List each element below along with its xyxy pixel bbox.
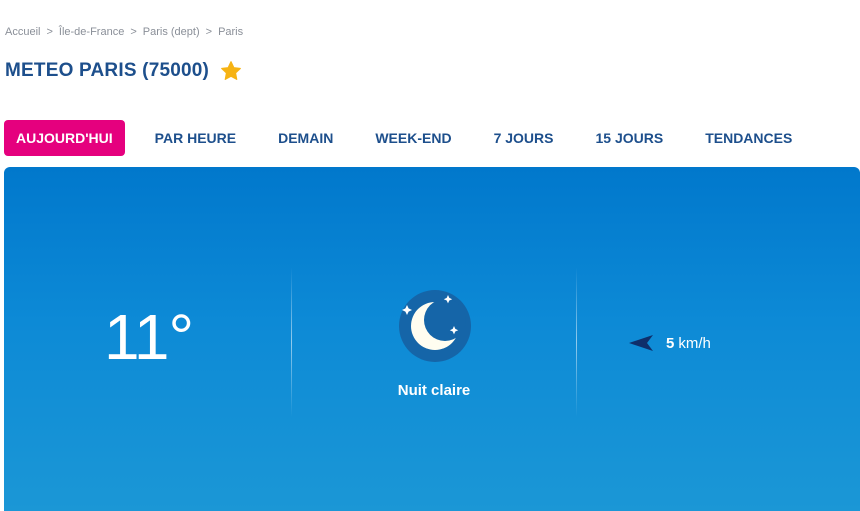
- temperature-value: 11°: [104, 301, 194, 373]
- breadcrumb-item-city[interactable]: Paris: [218, 26, 243, 38]
- tab-7-jours[interactable]: 7 JOURS: [494, 120, 554, 156]
- wind-speed-unit: km/h: [678, 334, 711, 352]
- panel-divider: [576, 267, 577, 417]
- breadcrumb-separator: >: [130, 26, 137, 38]
- breadcrumb-item-accueil[interactable]: Accueil: [5, 26, 40, 38]
- tab-par-heure[interactable]: PAR HEURE: [155, 120, 236, 156]
- wind-info: 5 km/h: [628, 334, 711, 352]
- tab-demain[interactable]: DEMAIN: [278, 120, 333, 156]
- breadcrumb-separator: >: [46, 26, 53, 38]
- breadcrumb-separator: >: [205, 26, 213, 38]
- page-title: METEO PARIS (75000): [5, 60, 210, 81]
- forecast-tabs: AUJOURD'HUI PAR HEURE DEMAIN WEEK-END 7 …: [4, 120, 792, 156]
- page: Accueil > Île-de-France > Paris (dept) >…: [0, 0, 860, 511]
- breadcrumb-item-department[interactable]: Paris (dept): [143, 26, 200, 38]
- panel-divider: [291, 267, 292, 417]
- tab-week-end[interactable]: WEEK-END: [375, 120, 451, 156]
- current-weather-panel: 11° Nuit claire 5 km/h: [4, 167, 860, 511]
- moon-stars-icon: [395, 286, 475, 366]
- tab-tendances[interactable]: TENDANCES: [705, 120, 792, 156]
- title-row: METEO PARIS (75000): [5, 58, 242, 84]
- wind-direction-arrow-icon: [628, 334, 654, 352]
- tab-15-jours[interactable]: 15 JOURS: [595, 120, 663, 156]
- wind-speed-value: 5: [666, 334, 675, 352]
- tab-aujourdhui[interactable]: AUJOURD'HUI: [4, 120, 125, 156]
- weather-condition: Nuit claire: [397, 382, 471, 399]
- breadcrumb: Accueil > Île-de-France > Paris (dept) >…: [5, 26, 243, 38]
- breadcrumb-item-region[interactable]: Île-de-France: [59, 26, 124, 38]
- star-icon[interactable]: [220, 60, 242, 82]
